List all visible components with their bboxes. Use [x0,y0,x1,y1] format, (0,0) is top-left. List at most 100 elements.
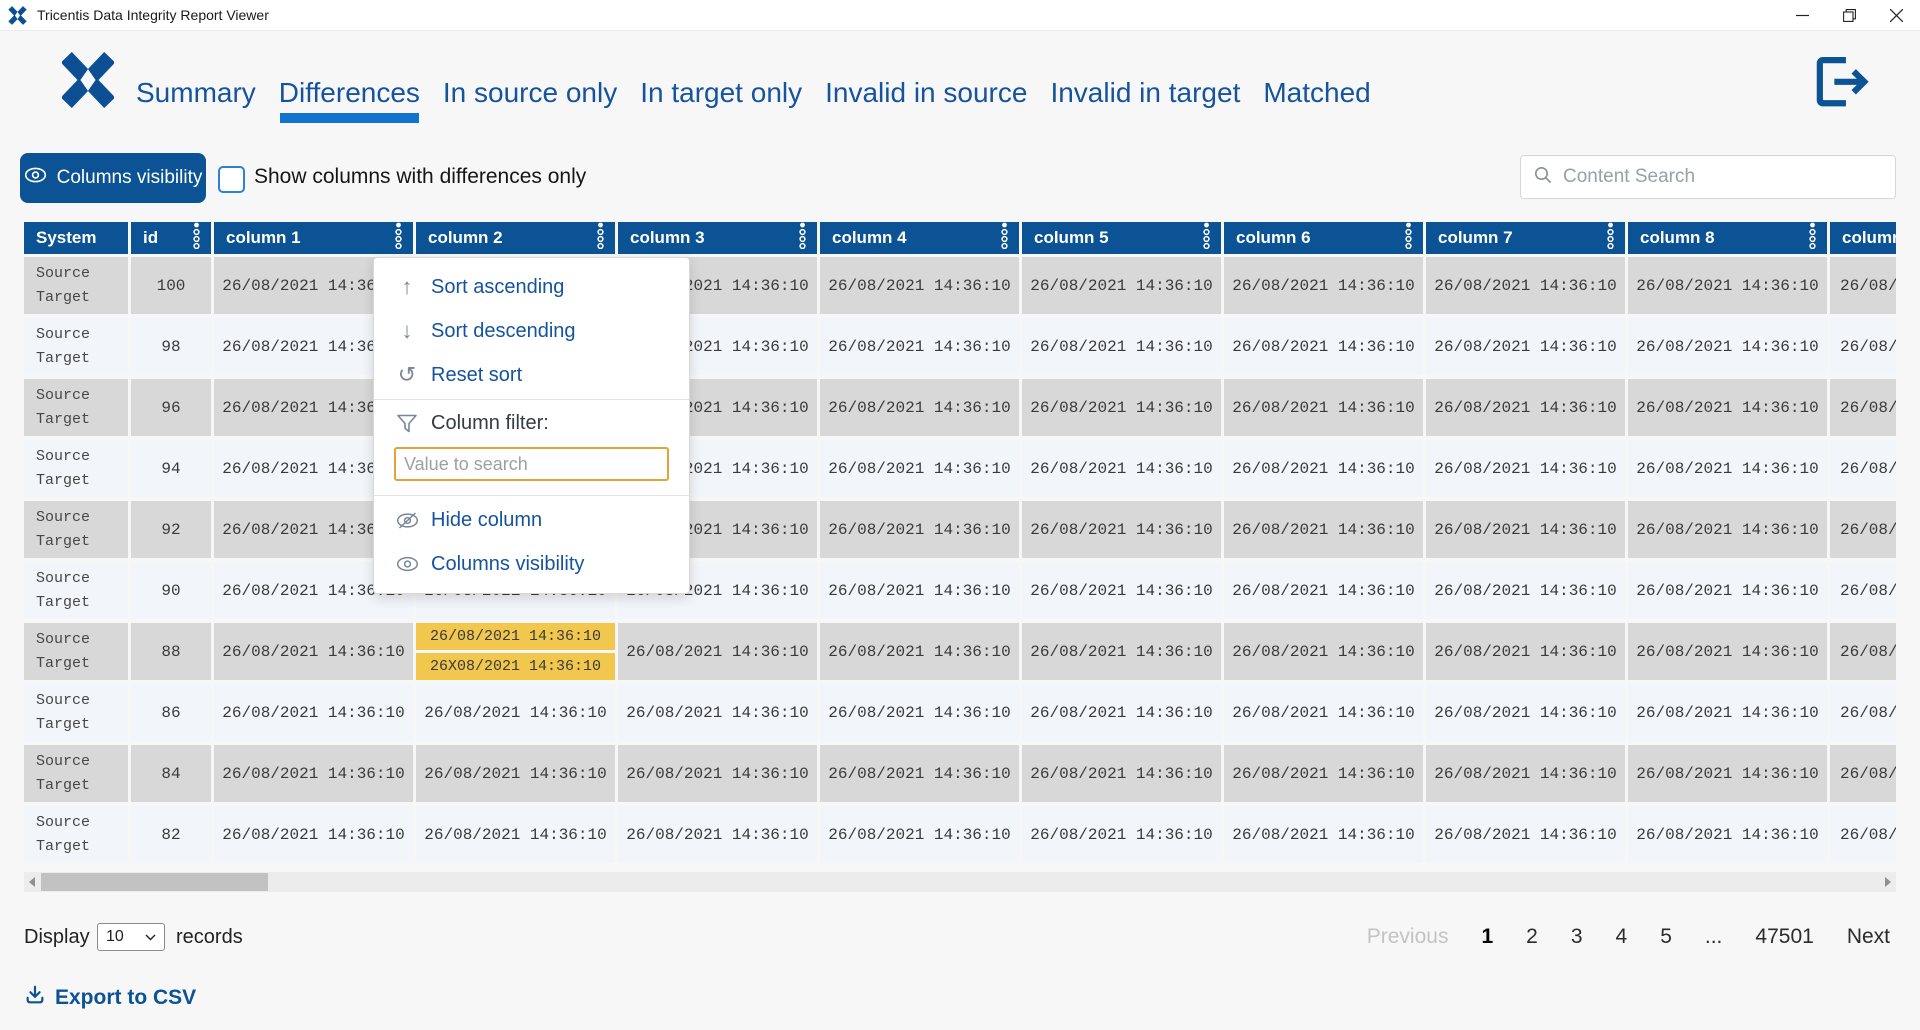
value-cell: 26/08/2021 14:36:10 [1022,440,1221,497]
pagination-page-1[interactable]: 1 [1481,925,1493,949]
menu-item-sort-descending[interactable]: ↓ Sort descending [374,309,689,353]
pagination-page-5[interactable]: 5 [1660,925,1672,949]
column-header-label: column 7 [1438,228,1513,248]
column-menu-dots-icon[interactable] [1404,222,1413,254]
show-differences-checkbox[interactable] [218,166,245,193]
tab-differences[interactable]: Differences [279,77,420,109]
page-size-select[interactable]: 10 [97,923,165,951]
column-header-System[interactable]: System [24,222,128,254]
system-source-label: Source [36,448,128,465]
scrollbar-left-arrow-icon[interactable] [24,872,40,892]
clipped-value: 26/08/2021 14:36:10 [1840,277,1896,295]
column-header-label: id [143,228,158,248]
pagination-previous[interactable]: Previous [1367,925,1449,949]
value-cell: 26/08/2021 14:36:10 [1224,501,1423,558]
content-search-input[interactable] [1563,166,1883,188]
clipped-value-cell: 26/08/2021 14:36:10 [1830,745,1896,802]
chevron-down-icon [145,934,156,941]
system-source-label: Source [36,631,128,648]
value-cell: 26/08/2021 14:36:10 [618,745,817,802]
menu-item-column-filter: Column filter: [374,402,689,444]
menu-item-label: Column filter: [431,412,549,435]
value-cell: 26/08/2021 14:36:10 [1426,745,1625,802]
display-label: Display [24,926,90,949]
column-header-column-8[interactable]: column 8 [1628,222,1827,254]
tab-matched[interactable]: Matched [1263,77,1370,109]
pagination-ellipsis: ... [1705,925,1723,949]
menu-item-columns-visibility[interactable]: Columns visibility [374,542,689,586]
system-cell: SourceTarget [24,806,128,863]
value-cell: 26/08/2021 14:36:10 [820,684,1019,741]
column-header-column-1[interactable]: column 1 [214,222,413,254]
pagination-next[interactable]: Next [1847,925,1890,949]
system-cell: SourceTarget [24,318,128,375]
clipped-value-cell: 26/08/2021 14:36:10 [1830,257,1896,314]
column-header-id[interactable]: id [131,222,211,254]
value-cell: 26/08/2021 14:36:10 [214,745,413,802]
column-header-column-4[interactable]: column 4 [820,222,1019,254]
value-cell: 26/08/2021 14:36:10 [820,257,1019,314]
content-search-box [1520,155,1896,199]
column-header-column-5[interactable]: column 5 [1022,222,1221,254]
menu-item-reset-sort[interactable]: ↺ Reset sort [374,353,689,397]
column-menu-dots-icon[interactable] [596,222,605,254]
column-menu-dots-icon[interactable] [1000,222,1009,254]
column-header-column-6[interactable]: column 6 [1224,222,1423,254]
pagination-page-47501[interactable]: 47501 [1755,925,1813,949]
minimize-button[interactable] [1779,0,1826,30]
value-cell: 26/08/2021 14:36:10 [1224,684,1423,741]
scrollbar-thumb[interactable] [41,873,268,891]
clipped-value-cell: 26/08/2021 14:36:10 [1830,806,1896,863]
column-menu-dots-icon[interactable] [1808,222,1817,254]
restore-button[interactable] [1826,0,1873,30]
arrow-up-icon: ↑ [394,274,420,300]
clipped-value: 26/08/2021 14:36:10 [1840,826,1896,844]
pagination-page-2[interactable]: 2 [1526,925,1538,949]
system-cell: SourceTarget [24,684,128,741]
system-target-label: Target [36,472,128,489]
value-cell: 26/08/2021 14:36:10 [618,684,817,741]
column-filter-input[interactable] [394,447,669,481]
tab-summary[interactable]: Summary [136,77,256,109]
exit-button[interactable] [1815,55,1873,114]
eye-icon [24,167,47,189]
column-header-column-7[interactable]: column 7 [1426,222,1625,254]
value-cell: 26/08/2021 14:36:10 [1628,745,1827,802]
value-cell: 26/08/2021 14:36:10 [1224,623,1423,680]
menu-item-hide-column[interactable]: Hide column [374,498,689,542]
value-cell: 26/08/2021 14:36:10 [1022,501,1221,558]
value-cell: 26/08/2021 14:36:10 [1224,440,1423,497]
menu-item-sort-ascending[interactable]: ↑ Sort ascending [374,265,689,309]
scrollbar-right-arrow-icon[interactable] [1880,872,1896,892]
system-source-label: Source [36,692,128,709]
tab-invalid-in-source[interactable]: Invalid in source [825,77,1027,109]
column-header-column-3[interactable]: column 3 [618,222,817,254]
column-header-column-9[interactable]: column 9 [1830,222,1896,254]
system-cell: SourceTarget [24,623,128,680]
id-cell: 98 [131,318,211,375]
id-cell: 100 [131,257,211,314]
tab-invalid-in-target[interactable]: Invalid in target [1050,77,1240,109]
column-menu-dots-icon[interactable] [394,222,403,254]
pagination-page-4[interactable]: 4 [1616,925,1628,949]
system-target-label: Target [36,350,128,367]
pagination-page-3[interactable]: 3 [1571,925,1583,949]
close-button[interactable] [1873,0,1920,30]
export-to-csv-button[interactable]: Export to CSV [24,984,196,1012]
tab-in-source-only[interactable]: In source only [443,77,617,109]
column-context-menu: ↑ Sort ascending ↓ Sort descending ↺ Res… [373,257,690,594]
table-row-group-id-98: SourceTarget9826/08/2021 14:36:1026/08/2… [24,318,1896,375]
tab-in-target-only[interactable]: In target only [640,77,802,109]
value-cell: 26/08/2021 14:36:10 [618,806,817,863]
column-header-label: column 1 [226,228,301,248]
column-menu-dots-icon[interactable] [1606,222,1615,254]
columns-visibility-button[interactable]: Columns visibility [20,153,206,203]
column-menu-dots-icon[interactable] [1202,222,1211,254]
horizontal-scrollbar[interactable] [24,872,1896,892]
value-cell: 26/08/2021 14:36:10 [1022,623,1221,680]
menu-item-label: Reset sort [431,364,522,387]
column-header-label: column 3 [630,228,705,248]
column-menu-dots-icon[interactable] [192,222,201,254]
column-menu-dots-icon[interactable] [798,222,807,254]
column-header-column-2[interactable]: column 2 [416,222,615,254]
